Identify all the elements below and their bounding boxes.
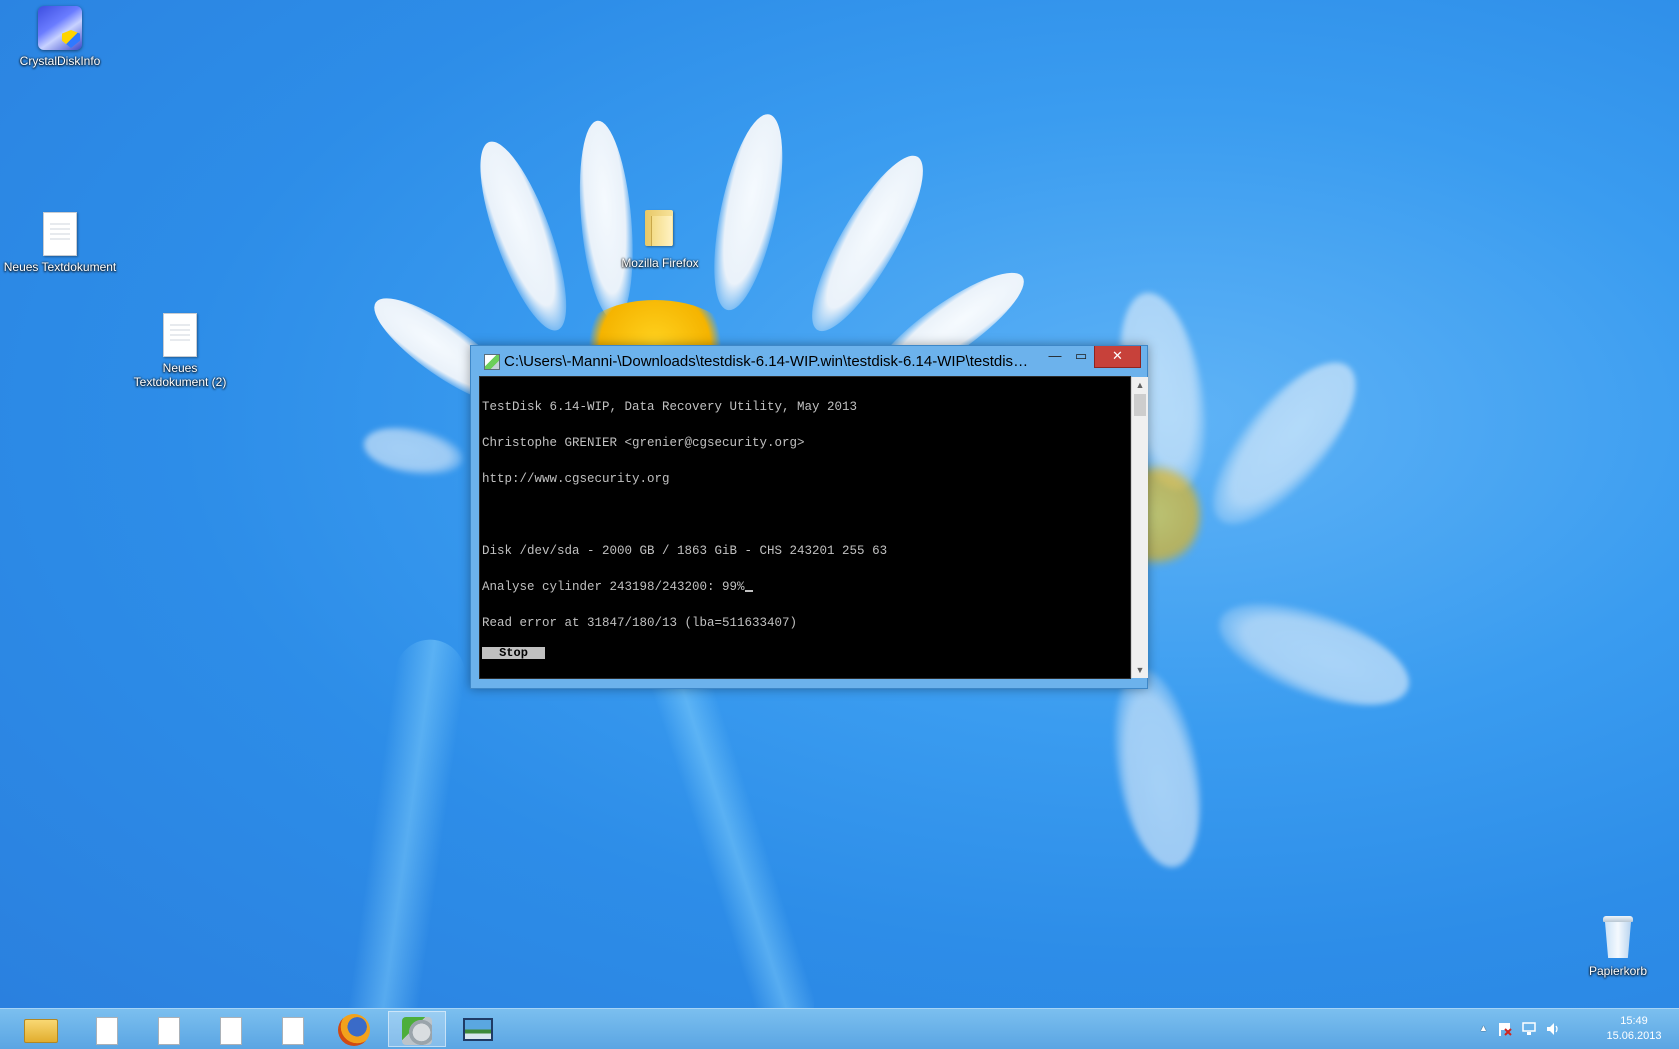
wallpaper-stem — [641, 640, 823, 1040]
console-line: http://www.cgsecurity.org — [482, 472, 670, 486]
taskbar-item-firefox[interactable] — [326, 1011, 384, 1047]
text-cursor — [744, 590, 753, 592]
maximize-button[interactable]: ▭ — [1068, 346, 1094, 367]
clock-date: 15.06.2013 — [1606, 1030, 1662, 1042]
desktop: CrystalDiskInfo Neues Textdokument Neues… — [0, 0, 1679, 1049]
wallpaper-petal — [1206, 582, 1422, 726]
taskbar-item-text-document[interactable] — [202, 1011, 260, 1047]
file-explorer-icon — [24, 1019, 58, 1043]
desktop-icon-label: CrystalDiskInfo — [19, 54, 101, 68]
wallpaper-petal — [360, 420, 467, 483]
network-icon[interactable] — [1521, 1021, 1537, 1040]
maximize-icon: ▭ — [1074, 348, 1088, 363]
minimize-icon: — — [1048, 348, 1062, 363]
volume-icon[interactable] — [1545, 1021, 1561, 1040]
taskbar: ▲ 15:49 15.06.2013 — [0, 1008, 1679, 1049]
desktop-icon-neues-textdokument-2[interactable]: Neues Textdokument (2) — [120, 313, 240, 389]
minimize-button[interactable]: — — [1042, 346, 1068, 367]
console-output-area[interactable]: TestDisk 6.14-WIP, Data Recovery Utility… — [479, 376, 1148, 679]
title-bar[interactable]: C:\Users\-Manni-\Downloads\testdisk-6.14… — [471, 346, 1147, 376]
folder-icon — [638, 208, 682, 252]
system-tray: ▲ 15:49 15.06.2013 — [1479, 1009, 1679, 1049]
desktop-icon-neues-textdokument[interactable]: Neues Textdokument — [0, 212, 120, 274]
desktop-icon-label: Neues Textdokument — [3, 260, 117, 274]
scroll-thumb[interactable] — [1134, 394, 1146, 416]
crystaldiskinfo-icon — [38, 6, 82, 50]
recycle-bin-icon — [1596, 916, 1640, 960]
clock-time: 15:49 — [1620, 1015, 1648, 1027]
text-document-icon — [220, 1017, 242, 1045]
taskbar-item-file-explorer[interactable] — [12, 1011, 70, 1047]
taskbar-item-text-document[interactable] — [140, 1011, 198, 1047]
desktop-icon-papierkorb[interactable]: Papierkorb — [1558, 916, 1678, 978]
vertical-scrollbar[interactable]: ▲ ▼ — [1131, 377, 1148, 678]
taskbar-item-testdisk[interactable] — [388, 1011, 446, 1047]
console-line-progress: Analyse cylinder 243198/243200: 99% — [482, 581, 887, 593]
wallpaper-petal — [793, 143, 942, 344]
wallpaper-petal — [463, 132, 584, 340]
wallpaper-stem — [341, 635, 470, 1049]
analyse-progress-text: Analyse cylinder 243198/243200: 99% — [482, 580, 745, 594]
console-app-icon[interactable] — [484, 354, 500, 370]
desktop-icon-crystaldiskinfo[interactable]: CrystalDiskInfo — [0, 6, 120, 68]
desktop-icon-label: Mozilla Firefox — [621, 256, 699, 270]
console-line: Read error at 31847/180/13 (lba=51163340… — [482, 616, 798, 630]
taskbar-item-photo-viewer[interactable] — [450, 1011, 508, 1047]
wallpaper-petal — [1100, 663, 1215, 874]
action-center-flag-icon[interactable] — [1497, 1021, 1513, 1040]
text-document-icon — [282, 1017, 304, 1045]
text-document-icon — [158, 313, 202, 357]
window-title: C:\Users\-Manni-\Downloads\testdisk-6.14… — [504, 353, 1034, 370]
photo-viewer-icon — [463, 1018, 493, 1041]
wallpaper-petal — [1189, 341, 1380, 546]
close-icon: ✕ — [1112, 348, 1123, 363]
firefox-icon — [338, 1014, 370, 1046]
desktop-icon-mozilla-firefox[interactable]: Mozilla Firefox — [600, 208, 720, 270]
scroll-up-icon[interactable]: ▲ — [1132, 377, 1148, 393]
stop-button[interactable]: Stop — [482, 647, 545, 659]
console-line: TestDisk 6.14-WIP, Data Recovery Utility… — [482, 400, 858, 414]
close-button[interactable]: ✕ — [1094, 346, 1141, 368]
taskbar-item-text-document[interactable] — [78, 1011, 136, 1047]
console-text: TestDisk 6.14-WIP, Data Recovery Utility… — [482, 377, 887, 653]
scroll-down-icon[interactable]: ▼ — [1132, 662, 1148, 678]
taskbar-item-text-document[interactable] — [264, 1011, 322, 1047]
text-document-icon — [158, 1017, 180, 1045]
taskbar-clock[interactable]: 15:49 15.06.2013 — [1599, 1014, 1669, 1044]
tray-overflow-icon[interactable]: ▲ — [1479, 1023, 1488, 1033]
desktop-icon-label: Papierkorb — [1588, 964, 1648, 978]
testdisk-console-window[interactable]: C:\Users\-Manni-\Downloads\testdisk-6.14… — [470, 345, 1148, 689]
text-document-icon — [38, 212, 82, 256]
console-line: Disk /dev/sda - 2000 GB / 1863 GiB - CHS… — [482, 544, 888, 558]
text-document-icon — [96, 1017, 118, 1045]
testdisk-icon — [402, 1017, 432, 1045]
console-line: Christophe GRENIER <grenier@cgsecurity.o… — [482, 436, 805, 450]
desktop-icon-label: Neues Textdokument (2) — [133, 361, 227, 389]
